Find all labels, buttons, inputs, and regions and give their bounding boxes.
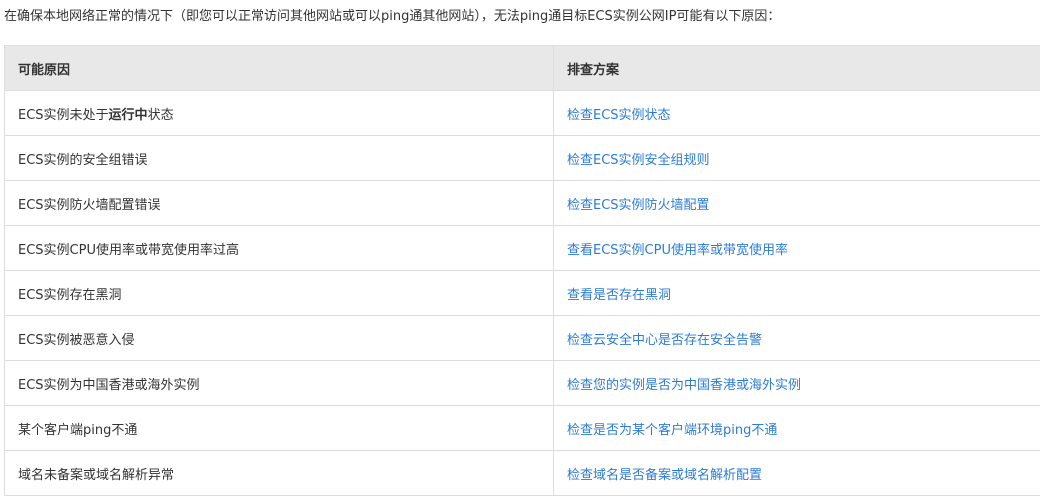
action-link[interactable]: 检查是否为某个客户端环境ping不通	[567, 423, 777, 438]
cause-status-bold: 运行中	[108, 107, 148, 123]
header-cause: 可能原因	[4, 45, 554, 91]
intro-text: 在确保本地网络正常的情况下（即您可以正常访问其他网站或可以ping通其他网站），…	[4, 9, 781, 24]
header-action: 排查方案	[553, 45, 1040, 91]
troubleshooting-table: 可能原因 排查方案 ECS实例未处于运行中状态 检查ECS实例状态 ECS实例的…	[4, 45, 1040, 496]
cause-cell: ECS实例被恶意入侵	[4, 315, 554, 361]
table-header-row: 可能原因 排查方案	[4, 45, 1040, 91]
cause-cell: ECS实例为中国香港或海外实例	[4, 360, 554, 406]
action-link[interactable]: 检查云安全中心是否存在安全告警	[567, 333, 762, 348]
action-cell: 检查是否为某个客户端环境ping不通	[553, 405, 1040, 451]
cause-text: ECS实例未处于	[18, 107, 109, 123]
action-cell: 查看是否存在黑洞	[553, 270, 1040, 316]
table-row: ECS实例的安全组错误 检查ECS实例安全组规则	[4, 135, 1040, 181]
table-row: ECS实例未处于运行中状态 检查ECS实例状态	[4, 90, 1040, 136]
table-row: 域名未备案或域名解析异常 检查域名是否备案或域名解析配置	[4, 450, 1040, 496]
action-link[interactable]: 检查域名是否备案或域名解析配置	[567, 468, 762, 483]
action-cell: 检查ECS实例防火墙配置	[553, 180, 1040, 226]
action-link[interactable]: 查看ECS实例CPU使用率或带宽使用率	[567, 243, 788, 258]
table-row: ECS实例存在黑洞 查看是否存在黑洞	[4, 270, 1040, 316]
cause-text: 状态	[147, 107, 174, 123]
cause-cell: ECS实例防火墙配置错误	[4, 180, 554, 226]
action-cell: 检查云安全中心是否存在安全告警	[553, 315, 1040, 361]
cause-cell: 域名未备案或域名解析异常	[4, 450, 554, 496]
cause-cell: 某个客户端ping不通	[4, 405, 554, 451]
cause-cell: ECS实例CPU使用率或带宽使用率过高	[4, 225, 554, 271]
action-link[interactable]: 检查ECS实例状态	[567, 108, 671, 123]
action-cell: 检查域名是否备案或域名解析配置	[553, 450, 1040, 496]
action-cell: 检查ECS实例状态	[553, 90, 1040, 136]
action-link[interactable]: 检查ECS实例防火墙配置	[567, 198, 710, 213]
action-cell: 检查您的实例是否为中国香港或海外实例	[553, 360, 1040, 406]
action-link[interactable]: 检查ECS实例安全组规则	[567, 153, 710, 168]
cause-cell: ECS实例存在黑洞	[4, 270, 554, 316]
cause-cell: ECS实例未处于运行中状态	[4, 90, 554, 136]
action-cell: 检查ECS实例安全组规则	[553, 135, 1040, 181]
action-cell: 查看ECS实例CPU使用率或带宽使用率	[553, 225, 1040, 271]
table-row: ECS实例为中国香港或海外实例 检查您的实例是否为中国香港或海外实例	[4, 360, 1040, 406]
table-row: ECS实例CPU使用率或带宽使用率过高 查看ECS实例CPU使用率或带宽使用率	[4, 225, 1040, 271]
cause-cell: ECS实例的安全组错误	[4, 135, 554, 181]
action-link[interactable]: 查看是否存在黑洞	[567, 288, 671, 303]
table-row: ECS实例被恶意入侵 检查云安全中心是否存在安全告警	[4, 315, 1040, 361]
table-row: 某个客户端ping不通 检查是否为某个客户端环境ping不通	[4, 405, 1040, 451]
table-row: ECS实例防火墙配置错误 检查ECS实例防火墙配置	[4, 180, 1040, 226]
action-link[interactable]: 检查您的实例是否为中国香港或海外实例	[567, 378, 801, 393]
